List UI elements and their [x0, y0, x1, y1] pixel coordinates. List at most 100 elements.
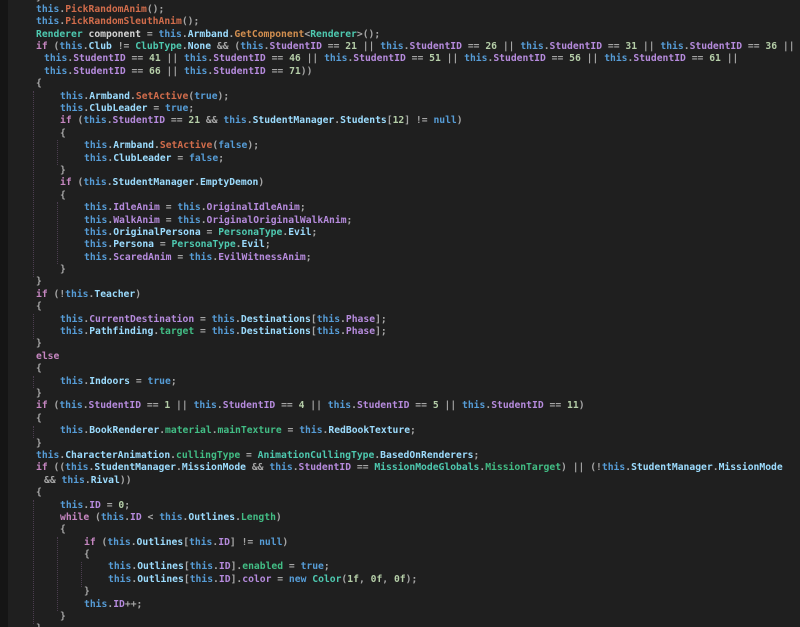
code-token[interactable]: this	[84, 215, 107, 226]
code-token[interactable]: Destinations	[241, 326, 311, 337]
code-token[interactable]: 11	[567, 400, 579, 411]
code-token[interactable]: ==	[546, 53, 569, 64]
code-token[interactable]: (	[72, 115, 84, 126]
code-token[interactable]: if	[36, 400, 48, 411]
code-token[interactable]: SetActive	[136, 91, 189, 102]
code-token[interactable]: =	[160, 215, 178, 226]
code-token[interactable]: ] !=	[230, 537, 259, 548]
code-token[interactable]: Outlines	[137, 561, 184, 572]
code-token[interactable]: target	[159, 326, 194, 337]
code-token[interactable]: Phase	[346, 326, 375, 337]
code-token[interactable]: this	[317, 314, 340, 325]
code-token[interactable]: ();	[182, 16, 200, 27]
code-line[interactable]: this.ID++;	[36, 599, 800, 611]
code-token[interactable]: this	[177, 202, 200, 213]
code-token[interactable]: ();	[147, 4, 165, 15]
code-token[interactable]: PickRandomAnim	[65, 4, 147, 15]
code-token[interactable]: if	[60, 177, 72, 188]
code-line[interactable]: }	[36, 611, 800, 623]
code-token[interactable]: if	[84, 537, 96, 548]
code-token[interactable]: this	[177, 215, 200, 226]
code-token[interactable]: ==	[351, 462, 374, 473]
code-token[interactable]: }	[36, 0, 42, 3]
code-token[interactable]: ID	[113, 599, 125, 610]
code-token[interactable]: true	[165, 103, 188, 114]
code-token[interactable]: this	[83, 177, 106, 188]
code-token[interactable]: 56	[569, 53, 581, 64]
code-token[interactable]: }	[36, 438, 42, 449]
code-token[interactable]: 36	[765, 41, 777, 52]
code-line[interactable]: }	[36, 338, 800, 350]
code-token[interactable]: color	[242, 574, 271, 585]
code-token[interactable]: CurrentDestination	[89, 314, 194, 325]
code-token[interactable]: this	[604, 53, 627, 64]
code-token[interactable]: this	[380, 41, 403, 52]
code-token[interactable]: (!	[48, 289, 66, 300]
code-token[interactable]: ==	[141, 400, 164, 411]
code-token[interactable]: ;	[347, 215, 353, 226]
code-token[interactable]: StudentID	[269, 41, 322, 52]
code-line[interactable]: this.ClubLeader = true;	[36, 103, 800, 115]
code-line[interactable]: }	[36, 438, 800, 450]
code-token[interactable]: }	[36, 388, 42, 399]
code-token[interactable]: ==	[266, 53, 289, 64]
code-token[interactable]: =	[271, 574, 289, 585]
code-token[interactable]: {	[36, 413, 42, 424]
code-token[interactable]: null	[433, 115, 456, 126]
code-token[interactable]: this	[184, 53, 207, 64]
code-token[interactable]: }	[84, 586, 90, 597]
code-token[interactable]: if	[60, 115, 72, 126]
code-token[interactable]: (	[89, 512, 101, 523]
code-token[interactable]: Pathfinding	[89, 326, 153, 337]
code-token[interactable]: 12	[393, 115, 405, 126]
code-line[interactable]: if (this.StudentID == 21 && this.Student…	[36, 115, 800, 127]
code-token[interactable]: else	[36, 351, 59, 362]
code-token[interactable]: );	[406, 574, 418, 585]
code-line[interactable]: if (this.StudentManager.EmptyDemon)	[36, 177, 800, 189]
code-token[interactable]: WalkAnim	[113, 215, 160, 226]
code-token[interactable]: this	[60, 500, 83, 511]
code-line[interactable]: this.PickRandomSleuthAnim();	[36, 16, 800, 28]
code-line[interactable]: this.ScaredAnim = this.EvilWitnessAnim;	[36, 252, 800, 264]
code-token[interactable]: this	[108, 561, 131, 572]
code-token[interactable]: StudentID	[73, 66, 126, 77]
code-token[interactable]: this	[324, 53, 347, 64]
code-token[interactable]: StudentManager	[94, 462, 176, 473]
code-token[interactable]: ].	[231, 574, 243, 585]
code-token[interactable]: ;	[124, 500, 130, 511]
code-token[interactable]: StudentID	[353, 53, 406, 64]
code-line[interactable]: {	[36, 549, 800, 561]
code-token[interactable]: ==	[126, 66, 149, 77]
code-token[interactable]: Teacher	[94, 289, 135, 300]
code-line[interactable]: this.StudentID == 41 || this.StudentID =…	[36, 53, 800, 65]
code-token[interactable]: ;	[312, 227, 318, 238]
code-token[interactable]: ||	[161, 53, 184, 64]
code-token[interactable]: true	[148, 376, 171, 387]
code-token[interactable]: this	[464, 53, 487, 64]
code-token[interactable]: ;	[324, 561, 330, 572]
code-token[interactable]: OriginalOriginalWalkAnim	[207, 215, 347, 226]
code-token[interactable]: =	[283, 561, 301, 572]
code-token[interactable]: ||	[497, 41, 520, 52]
code-token[interactable]: )	[457, 115, 463, 126]
code-token[interactable]: {	[36, 301, 42, 312]
code-token[interactable]: ;	[306, 252, 312, 263]
code-token[interactable]: PersonaType	[218, 227, 282, 238]
code-token[interactable]: {	[84, 549, 90, 560]
code-token[interactable]: Destinations	[241, 314, 311, 325]
code-token[interactable]: =	[194, 314, 212, 325]
code-token[interactable]: if	[36, 462, 48, 473]
code-line[interactable]: while (this.ID < this.Outlines.Length)	[36, 512, 800, 524]
code-token[interactable]: =	[201, 227, 219, 238]
code-token[interactable]: ID	[89, 500, 101, 511]
code-token[interactable]: this	[60, 376, 83, 387]
code-token[interactable]: StudentID	[690, 41, 743, 52]
code-token[interactable]: }	[36, 623, 42, 627]
code-line[interactable]: {	[36, 487, 800, 499]
code-token[interactable]: this	[36, 16, 59, 27]
code-token[interactable]: StudentID	[73, 53, 126, 64]
code-token[interactable]: 61	[709, 53, 721, 64]
code-token[interactable]: this	[660, 41, 683, 52]
code-token[interactable]: Outlines	[188, 512, 235, 523]
code-line[interactable]: this.Persona = PersonaType.Evil;	[36, 239, 800, 251]
